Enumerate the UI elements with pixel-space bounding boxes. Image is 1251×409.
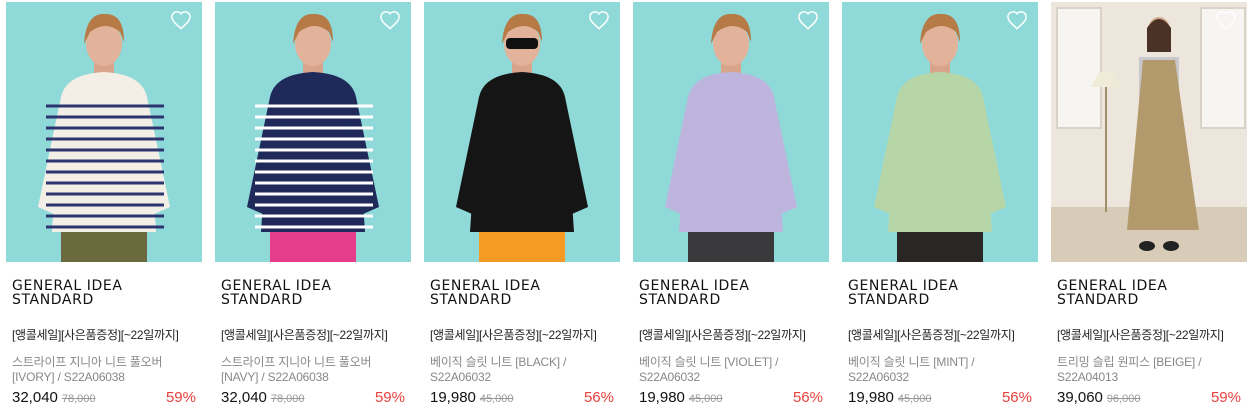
discount-rate: 59% xyxy=(165,389,196,406)
heart-outline-icon[interactable] xyxy=(1006,10,1028,30)
discount-rate: 56% xyxy=(792,389,823,406)
sale-price: 19,980 xyxy=(430,389,476,406)
product-image[interactable] xyxy=(633,2,829,262)
product-card[interactable]: GENERAL IDEA STANDARD [앵콜세일][사은품증정][~22일… xyxy=(633,2,829,406)
product-info: GENERAL IDEA STANDARD [앵콜세일][사은품증정][~22일… xyxy=(1051,279,1247,409)
sale-price: 32,040 xyxy=(221,389,267,406)
product-name[interactable]: 트리밍 슬립 원피스 [BEIGE] / S22A04013 xyxy=(1057,355,1241,385)
price-row: 32,040 78,000 59% xyxy=(221,389,405,409)
product-image[interactable] xyxy=(215,2,411,262)
price-row: 19,980 45,000 56% xyxy=(639,389,823,409)
promo-text: [앵콜세일][사은품증정][~22일까지] xyxy=(1057,328,1224,342)
original-price: 45,000 xyxy=(479,393,514,405)
product-card[interactable]: GENERAL IDEA STANDARD [앵콜세일][사은품증정][~22일… xyxy=(6,2,202,406)
product-card[interactable]: GENERAL IDEA STANDARD [앵콜세일][사은품증정][~22일… xyxy=(1051,2,1247,406)
product-info: GENERAL IDEA STANDARD [앵콜세일][사은품증정][~22일… xyxy=(215,279,411,409)
discount-rate: 56% xyxy=(583,389,614,406)
heart-outline-icon[interactable] xyxy=(588,10,610,30)
product-brand[interactable]: GENERAL IDEA STANDARD xyxy=(1057,279,1241,307)
original-price: 96,000 xyxy=(1106,393,1141,405)
product-name[interactable]: 스트라이프 지니아 니트 풀오버 [IVORY] / S22A06038 xyxy=(12,355,196,385)
product-card[interactable]: GENERAL IDEA STANDARD [앵콜세일][사은품증정][~22일… xyxy=(215,2,411,406)
product-card[interactable]: GENERAL IDEA STANDARD [앵콜세일][사은품증정][~22일… xyxy=(424,2,620,406)
sale-price: 19,980 xyxy=(848,389,894,406)
product-image[interactable] xyxy=(842,2,1038,262)
product-image[interactable] xyxy=(6,2,202,262)
product-brand[interactable]: GENERAL IDEA STANDARD xyxy=(639,279,823,307)
product-grid: GENERAL IDEA STANDARD [앵콜세일][사은품증정][~22일… xyxy=(6,2,1247,406)
heart-outline-icon[interactable] xyxy=(170,10,192,30)
product-brand[interactable]: GENERAL IDEA STANDARD xyxy=(221,279,405,307)
promo-text: [앵콜세일][사은품증정][~22일까지] xyxy=(430,328,597,342)
original-price: 78,000 xyxy=(270,393,305,405)
product-info: GENERAL IDEA STANDARD [앵콜세일][사은품증정][~22일… xyxy=(842,279,1038,409)
heart-outline-icon[interactable] xyxy=(1215,10,1237,30)
product-name[interactable]: 베이직 슬릿 니트 [BLACK] / S22A06032 xyxy=(430,355,614,385)
original-price: 78,000 xyxy=(61,393,96,405)
model-figure xyxy=(874,13,1006,262)
original-price: 45,000 xyxy=(897,393,932,405)
product-info: GENERAL IDEA STANDARD [앵콜세일][사은품증정][~22일… xyxy=(633,279,829,409)
product-image[interactable] xyxy=(424,2,620,262)
product-brand[interactable]: GENERAL IDEA STANDARD xyxy=(12,279,196,307)
price-row: 39,060 96,000 59% xyxy=(1057,389,1241,409)
product-name[interactable]: 베이직 슬릿 니트 [VIOLET] / S22A06032 xyxy=(639,355,823,385)
sale-price: 39,060 xyxy=(1057,389,1103,406)
product-card[interactable]: GENERAL IDEA STANDARD [앵콜세일][사은품증정][~22일… xyxy=(842,2,1038,406)
price-row: 19,980 45,000 56% xyxy=(430,389,614,409)
product-info: GENERAL IDEA STANDARD [앵콜세일][사은품증정][~22일… xyxy=(424,279,620,409)
discount-rate: 56% xyxy=(1001,389,1032,406)
promo-text: [앵콜세일][사은품증정][~22일까지] xyxy=(221,328,388,342)
product-brand[interactable]: GENERAL IDEA STANDARD xyxy=(848,279,1032,307)
model-figure xyxy=(247,13,379,262)
model-figure xyxy=(38,13,170,262)
product-brand[interactable]: GENERAL IDEA STANDARD xyxy=(430,279,614,307)
model-figure xyxy=(1051,2,1247,262)
product-image[interactable] xyxy=(1051,2,1247,262)
model-figure xyxy=(456,13,588,262)
sale-price: 32,040 xyxy=(12,389,58,406)
product-name[interactable]: 스트라이프 지니아 니트 풀오버 [NAVY] / S22A06038 xyxy=(221,355,405,385)
original-price: 45,000 xyxy=(688,393,723,405)
heart-outline-icon[interactable] xyxy=(379,10,401,30)
model-figure xyxy=(665,13,797,262)
price-row: 32,040 78,000 59% xyxy=(12,389,196,409)
discount-rate: 59% xyxy=(1210,389,1241,406)
promo-text: [앵콜세일][사은품증정][~22일까지] xyxy=(639,328,806,342)
product-info: GENERAL IDEA STANDARD [앵콜세일][사은품증정][~22일… xyxy=(6,279,202,409)
discount-rate: 59% xyxy=(374,389,405,406)
heart-outline-icon[interactable] xyxy=(797,10,819,30)
price-row: 19,980 45,000 56% xyxy=(848,389,1032,409)
product-name[interactable]: 베이직 슬릿 니트 [MINT] / S22A06032 xyxy=(848,355,1032,385)
sale-price: 19,980 xyxy=(639,389,685,406)
promo-text: [앵콜세일][사은품증정][~22일까지] xyxy=(12,328,179,342)
promo-text: [앵콜세일][사은품증정][~22일까지] xyxy=(848,328,1015,342)
